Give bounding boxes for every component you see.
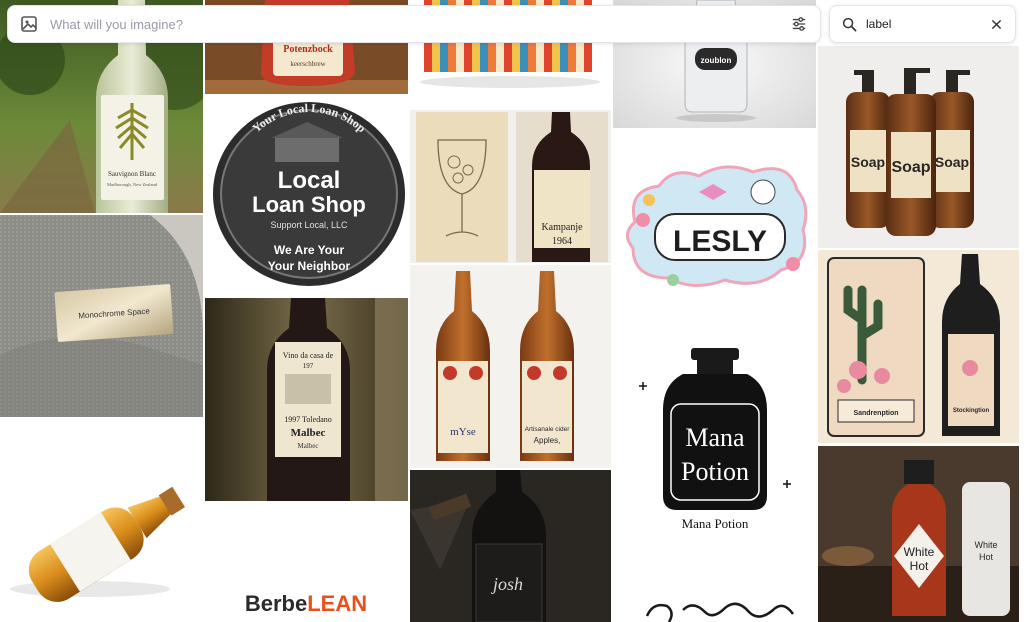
kampanje-label-text: Kampanje	[541, 222, 583, 233]
close-icon[interactable]	[983, 11, 1009, 37]
image-icon[interactable]	[20, 15, 38, 33]
soap-label-center: Soap	[891, 159, 930, 176]
gallery-tile-local-loan-shop[interactable]: Your Local Loan Shop Local Loan Shop Sup…	[205, 96, 408, 296]
gallery-tile-kampanje[interactable]: Kampanje 1964	[410, 110, 611, 263]
gallery-tile-josh[interactable]: josh	[410, 470, 611, 622]
zoublon-label-text: zoublon	[701, 56, 732, 65]
malbec-label-line4: Malbec	[291, 427, 326, 439]
tilted-bottle-image	[0, 419, 203, 622]
hot-sauce-bottle-image: White Hot White Hot	[818, 446, 1019, 622]
dark-wine-bottle-image: josh	[410, 470, 611, 622]
prompt-input[interactable]	[48, 8, 784, 40]
beer-label-subtext: keerschbrew	[290, 60, 326, 68]
malbec-label-line3: 1997 Toledano	[284, 415, 332, 424]
cider-left-label: mYse	[450, 426, 476, 438]
sign-slogan-line1: We Are Your	[274, 243, 345, 257]
beer-label-text: Potenzbock	[283, 44, 333, 55]
cactus-label-left: Sandrenption	[853, 410, 898, 417]
jar-label-line2: Hot	[979, 552, 994, 562]
kampanje-label-year: 1964	[552, 236, 572, 247]
round-sign-image: Your Local Loan Shop Local Loan Shop Sup…	[205, 96, 408, 296]
potion-title-line2: Potion	[681, 457, 749, 486]
logo-word-right: LEAN	[307, 591, 367, 616]
lesly-sticker-text: LESLY	[673, 225, 767, 258]
gallery-tile-script[interactable]	[613, 538, 816, 622]
cactus-label-bottle-image: Sandrenption Stockingtion	[818, 250, 1019, 443]
sliders-icon[interactable]	[784, 9, 814, 39]
berbelean-logo-image: BerbeLEAN	[205, 503, 408, 622]
sign-slogan-line2: Your Neighbor	[268, 259, 351, 273]
gallery-tile-monochrome-space[interactable]: Monochrome Space	[0, 215, 203, 417]
search-bar	[829, 5, 1016, 43]
sign-title-line1: Local	[278, 167, 341, 194]
gallery-tile-soap[interactable]: Soap Soap Soap	[818, 46, 1019, 248]
soap-label-right: Soap	[935, 154, 969, 170]
hot-sauce-label-line2: Hot	[910, 559, 929, 573]
malbec-label-line5: Malbec	[298, 442, 319, 450]
image-gallery: Sauvignon Blanc Marlborough, New Zealand…	[0, 0, 1024, 622]
search-input[interactable]	[864, 16, 983, 32]
search-icon	[842, 17, 857, 32]
cactus-label-right: Stockingtion	[953, 408, 990, 414]
cider-right-label-line1: Artisanale cider	[525, 426, 571, 433]
jar-label-line1: White	[974, 540, 997, 550]
malbec-label-line1: Vino da casa de	[283, 351, 334, 360]
gallery-tile-white-hot[interactable]: White Hot White Hot	[818, 446, 1019, 622]
mana-potion-illustration: Mana Potion Mana Potion	[613, 334, 816, 536]
gallery-tile-cactus[interactable]: Sandrenption Stockingtion	[818, 250, 1019, 443]
gallery-tile-mana-potion[interactable]: Mana Potion Mana Potion	[613, 334, 816, 536]
gallery-tile-berbelean[interactable]: BerbeLEAN	[205, 503, 408, 622]
prompt-bar	[7, 5, 821, 43]
soap-label-left: Soap	[851, 154, 885, 170]
lesly-sticker-image: LESLY	[613, 130, 816, 332]
gallery-tile-lesly[interactable]: LESLY	[613, 130, 816, 332]
wine-label-text: Sauvignon Blanc	[108, 170, 156, 178]
gallery-tile-blank-bottle[interactable]	[0, 419, 203, 622]
logo-word-left: Berbe	[245, 591, 307, 616]
malbec-label-line2: 197	[303, 362, 314, 370]
gallery-tile-malbec[interactable]: Vino da casa de 197 1997 Toledano Malbec…	[205, 298, 408, 501]
hot-sauce-label-line1: White	[904, 545, 935, 559]
gallery-tile-cider[interactable]: mYse Artisanale cider Apples,	[410, 265, 611, 468]
cider-bottles-image: mYse Artisanale cider Apples,	[410, 265, 611, 468]
sign-title-line2: Loan Shop	[252, 192, 366, 217]
fabric-nameplate-image: Monochrome Space	[0, 215, 203, 417]
svg-text:BerbeLEAN: BerbeLEAN	[245, 591, 367, 616]
potion-title-line1: Mana	[685, 423, 745, 452]
script-lettering-image	[613, 538, 816, 622]
josh-label-text: josh	[491, 574, 523, 594]
sketch-and-bottle-image: Kampanje 1964	[410, 110, 611, 263]
soap-dispensers-image: Soap Soap Soap	[818, 46, 1019, 248]
sign-tagline: Support Local, LLC	[270, 220, 348, 230]
potion-caption: Mana Potion	[682, 516, 749, 531]
malbec-bottle-image: Vino da casa de 197 1997 Toledano Malbec…	[205, 298, 408, 501]
cider-right-label-line2: Apples,	[534, 436, 561, 445]
